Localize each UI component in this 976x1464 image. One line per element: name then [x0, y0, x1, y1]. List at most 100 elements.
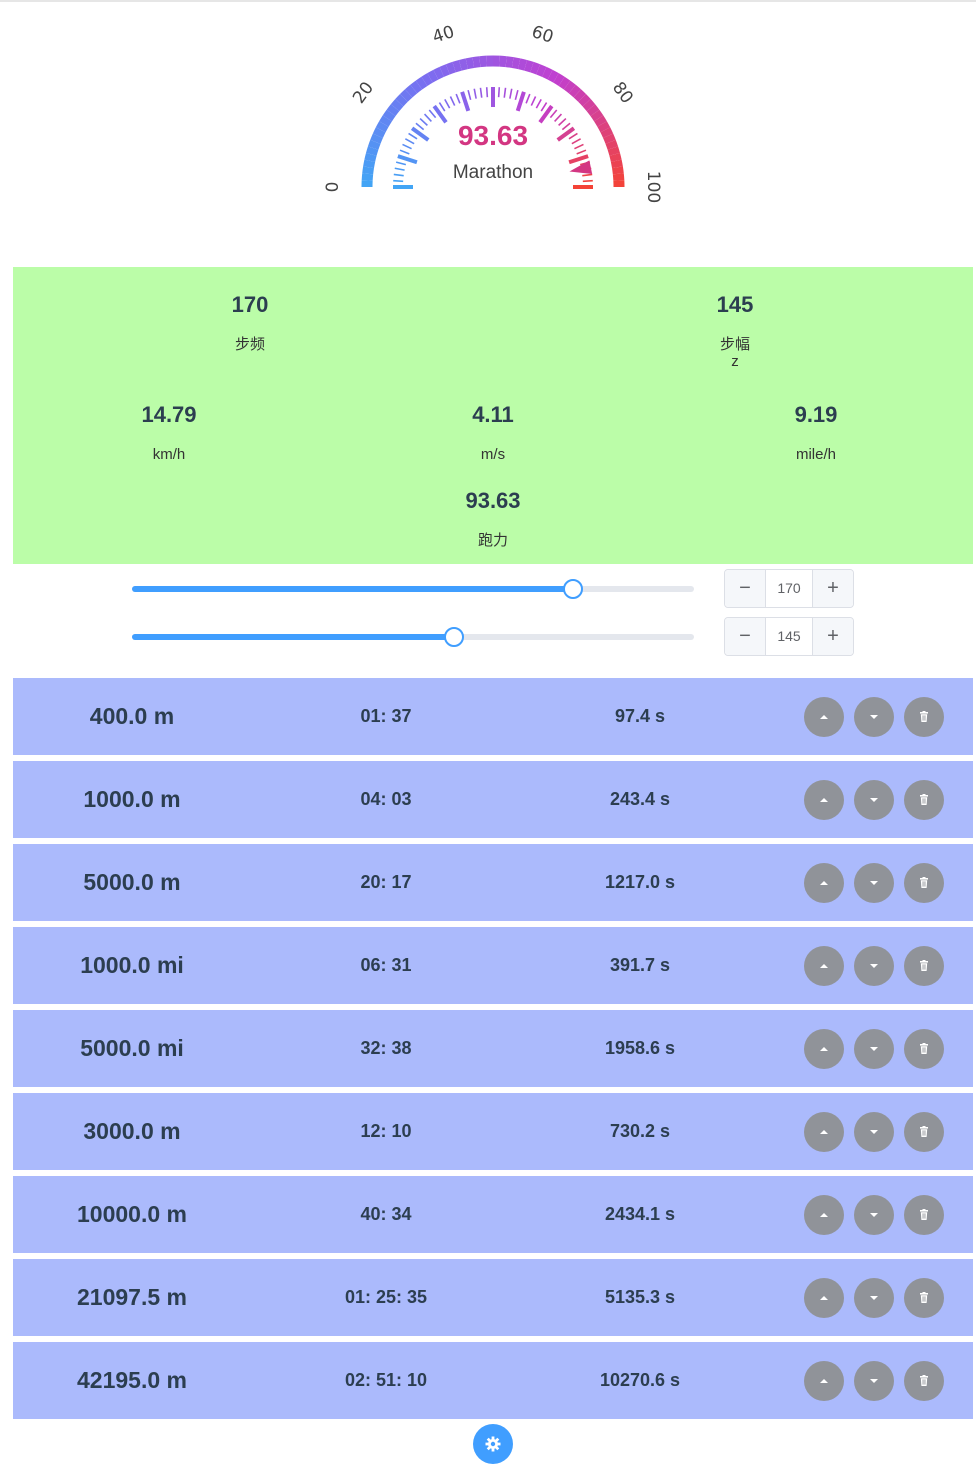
move-down-button[interactable] — [854, 780, 894, 820]
row-distance: 5000.0 mi — [80, 1035, 184, 1061]
gauge-arc-segment — [372, 127, 386, 139]
stat-ms: 4.11 m/s — [393, 402, 593, 463]
gauge-value: 93.63 — [457, 120, 529, 151]
power-value: 93.63 — [465, 488, 521, 513]
move-down-button[interactable] — [854, 1029, 894, 1069]
move-down-button[interactable] — [854, 1278, 894, 1318]
gauge-arc-segment — [382, 109, 396, 122]
chevron-down-icon — [870, 1379, 878, 1383]
gauge-tick-label: 20 — [349, 78, 378, 107]
move-up-button[interactable] — [804, 1278, 844, 1318]
gauge-arc-segment — [511, 57, 521, 70]
move-up-button[interactable] — [804, 780, 844, 820]
gauge-arc-segment — [609, 152, 622, 162]
ms-value: 4.11 — [472, 402, 514, 427]
gauge-arc-segment — [367, 139, 381, 150]
cadence-increment-button[interactable]: + — [812, 570, 853, 607]
stride-slider-row: − 145 + — [0, 617, 976, 657]
stride-slider-thumb[interactable] — [444, 627, 465, 647]
row-distance: 400.0 m — [89, 703, 175, 729]
gauge-arc-segment — [558, 76, 571, 90]
trash-icon — [920, 1126, 928, 1137]
delete-button[interactable] — [904, 946, 944, 986]
gauge-arc-segment — [361, 173, 374, 181]
gauge-arc-segment — [375, 121, 389, 133]
move-up-button[interactable] — [804, 1361, 844, 1401]
ms-label: m/s — [480, 446, 506, 463]
cadence-stepper-input[interactable]: 170 — [766, 570, 812, 607]
speed-gauge: 0 20 40 60 80 100 93.63 Marathon — [0, 0, 976, 260]
chevron-up-icon — [820, 1213, 828, 1217]
cadence-decrement-button[interactable]: − — [725, 570, 766, 607]
chevron-down-icon — [870, 1047, 878, 1051]
list-item: 5000.0 mi 32: 38 1958.6 s — [13, 1010, 973, 1087]
gauge-arc-segment — [362, 166, 374, 175]
move-up-button[interactable] — [804, 863, 844, 903]
move-down-button[interactable] — [854, 863, 894, 903]
chevron-down-icon — [870, 1130, 878, 1134]
stride-decrement-button[interactable]: − — [725, 618, 766, 655]
move-down-button[interactable] — [854, 1361, 894, 1401]
stride-slider[interactable] — [132, 627, 694, 647]
gauge-arc-segment — [421, 73, 433, 86]
delete-button[interactable] — [904, 863, 944, 903]
stride-value: 145 — [716, 292, 754, 317]
gauge-minor-tick — [449, 96, 456, 106]
gauge-tick-label: 80 — [608, 78, 637, 107]
move-down-button[interactable] — [854, 946, 894, 986]
cadence-slider[interactable] — [132, 579, 694, 599]
chevron-down-icon — [870, 881, 878, 885]
row-time: 06: 31 — [360, 955, 412, 975]
chevron-up-icon — [820, 964, 828, 968]
move-down-button[interactable] — [854, 1112, 894, 1152]
list-item: 5000.0 m 20: 17 1217.0 s — [13, 844, 973, 921]
chevron-down-icon — [870, 1296, 878, 1300]
gauge-arc-segment — [427, 69, 439, 83]
gauge-arc-segment — [505, 56, 514, 68]
gauge-minor-tick — [503, 87, 507, 98]
gauge-minor-tick — [479, 87, 483, 98]
stride-stepper-input[interactable]: 145 — [766, 618, 812, 655]
row-distance: 10000.0 m — [77, 1201, 187, 1227]
move-down-button[interactable] — [854, 1195, 894, 1235]
row-distance: 21097.5 m — [77, 1284, 187, 1310]
move-down-button[interactable] — [854, 697, 894, 737]
list-item: 3000.0 m 12: 10 730.2 s — [13, 1093, 973, 1170]
gauge-minor-tick — [467, 89, 472, 101]
delete-button[interactable] — [904, 1112, 944, 1152]
delete-button[interactable] — [904, 1195, 944, 1235]
cadence-value: 170 — [231, 292, 269, 317]
gauge-arc-segment — [386, 104, 400, 117]
gauge-arc-segment — [379, 115, 392, 127]
row-distance: 1000.0 mi — [80, 952, 184, 978]
delete-button[interactable] — [904, 1278, 944, 1318]
move-up-button[interactable] — [804, 946, 844, 986]
move-up-button[interactable] — [804, 1112, 844, 1152]
move-up-button[interactable] — [804, 1029, 844, 1069]
delete-button[interactable] — [904, 780, 944, 820]
delete-button[interactable] — [904, 1029, 944, 1069]
cadence-slider-thumb[interactable] — [563, 579, 584, 599]
move-up-button[interactable] — [804, 1195, 844, 1235]
move-up-button[interactable] — [804, 697, 844, 737]
trash-icon — [920, 1209, 928, 1220]
cadence-label: 步频 — [234, 336, 265, 353]
cadence-stepper: − 170 + — [724, 569, 854, 608]
settings-button[interactable] — [473, 1424, 513, 1464]
gauge-arc-segment — [445, 61, 456, 75]
delete-button[interactable] — [904, 697, 944, 737]
gauge-arc-segment — [612, 166, 624, 175]
delete-button[interactable] — [904, 1361, 944, 1401]
gauge-arc-segment — [590, 109, 604, 122]
gauge-tick-label: 100 — [643, 171, 663, 203]
gauge-minor-tick — [438, 102, 446, 112]
mileh-value: 9.19 — [794, 402, 838, 427]
stat-cadence: 170 步频 — [150, 292, 350, 353]
gauge-arc-segment — [582, 99, 596, 112]
gauge-arc-segment — [578, 94, 591, 107]
stride-increment-button[interactable]: + — [812, 618, 853, 655]
gauge-arc-segment — [524, 59, 534, 73]
stat-mileh: 9.19 mile/h — [716, 402, 916, 463]
stat-stride: 145 步幅 z — [635, 292, 835, 370]
row-seconds: 730.2 s — [609, 1121, 671, 1141]
